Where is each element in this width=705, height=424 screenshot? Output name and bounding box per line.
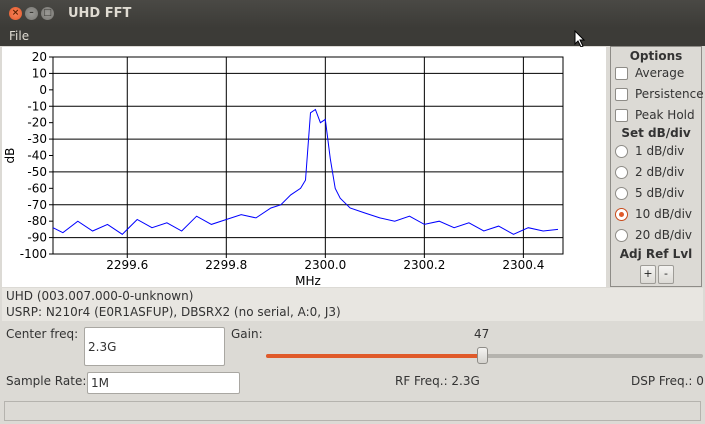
set-db-div-heading: Set dB/div [621,126,691,140]
y-tick-label: -50 [27,165,47,179]
close-icon[interactable]: × [9,7,22,20]
fft-chart-svg: 2299.6 2299.8 2300.0 2300.2 2300.4 20 10 0 -10 -2… [3,50,564,287]
sample-rate-input[interactable] [87,372,240,394]
div-radio-1[interactable]: 1 dB/div [615,144,684,158]
average-checkbox[interactable]: Average [615,66,684,80]
uhd-version-text: UHD (003.007.000-0-unknown) [6,289,194,303]
ref-level-plus-button[interactable]: + [640,265,656,284]
title-bar: × – □ UHD FFT [0,0,705,28]
x-tick-label: 2299.8 [205,258,247,272]
gain-slider-handle[interactable] [476,347,488,364]
y-tick-label: -10 [27,99,47,113]
x-axis-label: MHz [295,274,321,287]
y-tick-label: 10 [32,66,47,80]
x-tick-label: 2300.2 [403,258,445,272]
persistence-label: Persistence [635,87,704,101]
div-radio-10[interactable]: 10 dB/div [615,207,692,221]
y-tick-label: -20 [27,116,47,130]
maximize-icon[interactable]: □ [41,7,54,20]
div-radio-2[interactable]: 2 dB/div [615,165,684,179]
y-tick-label: 20 [32,50,47,64]
gain-slider-fill [266,354,482,358]
div-radio-label: 20 dB/div [635,228,693,242]
radio-button[interactable] [615,165,628,179]
y-tick-label: -80 [27,214,47,228]
y-tick-label: -40 [27,149,47,163]
y-tick-label: -100 [20,247,47,261]
div-radio-label: 5 dB/div [635,186,685,200]
div-radio-label: 10 dB/div [635,207,693,221]
fft-plot[interactable]: 2299.6 2299.8 2300.0 2300.2 2300.4 20 10 0 -10 -2… [2,47,606,287]
average-label: Average [635,66,685,80]
options-title: Options [629,49,683,63]
gain-label: Gain: [231,327,263,341]
y-axis-label: dB [3,148,17,164]
status-bar [4,401,701,421]
y-tick-label: 0 [39,83,47,97]
rf-freq-text: RF Freq.: 2.3G [395,374,480,388]
dsp-freq-text: DSP Freq.: 0 [631,374,704,388]
div-radio-label: 2 dB/div [635,165,685,179]
checkbox-box[interactable] [615,108,628,122]
sample-rate-label: Sample Rate: [6,374,87,388]
x-tick-label: 2300.4 [502,258,544,272]
y-tick-label: -70 [27,198,47,212]
y-tick-label: -30 [27,132,47,146]
menu-bar: File [0,28,705,46]
minimize-icon[interactable]: – [25,7,38,20]
peak-hold-checkbox[interactable]: Peak Hold [615,108,695,122]
ref-level-minus-button[interactable]: - [658,265,674,284]
radio-button[interactable] [615,186,628,200]
plot-frame [52,56,564,255]
usrp-info-text: USRP: N210r4 (E0R1ASFUP), DBSRX2 (no ser… [6,305,341,319]
peak-hold-label: Peak Hold [635,108,695,122]
x-tick-label: 2300.0 [304,258,346,272]
persistence-checkbox[interactable]: Persistence [615,87,704,101]
x-tick-label: 2299.6 [106,258,148,272]
options-panel: Options Average Persistence Peak Hold Se… [610,46,704,287]
radio-button[interactable] [615,228,628,242]
div-radio-5[interactable]: 5 dB/div [615,186,684,200]
center-freq-label: Center freq: [6,327,79,341]
y-tick-label: -60 [27,181,47,195]
radio-button[interactable] [615,144,628,158]
div-radio-label: 1 dB/div [635,144,685,158]
checkbox-box[interactable] [615,66,628,80]
menu-file[interactable]: File [9,29,29,43]
radio-button-selected[interactable] [615,207,628,221]
adj-ref-lvl-heading: Adj Ref Lvl [619,247,693,261]
center-freq-input[interactable] [84,327,225,366]
checkbox-box[interactable] [615,87,628,101]
mouse-cursor-icon [574,30,586,48]
y-tick-label: -90 [27,231,47,245]
window-title: UHD FFT [68,6,132,21]
gain-value: 47 [474,327,490,341]
div-radio-20[interactable]: 20 dB/div [615,228,692,242]
